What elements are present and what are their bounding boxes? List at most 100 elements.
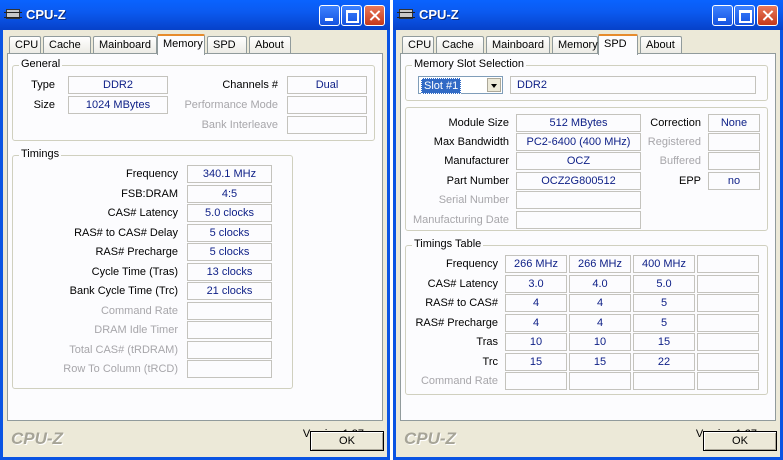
minimize-button[interactable] <box>319 5 340 26</box>
module-size-value: 512 MBytes <box>516 114 641 132</box>
general-group-label: General <box>19 58 63 70</box>
timing-table-label: Trc <box>482 355 498 368</box>
tab-spd[interactable]: SPD <box>598 34 638 55</box>
timing-value: 5 clocks <box>187 223 272 242</box>
buffered-label: Buffered <box>659 155 701 167</box>
tab-cpu[interactable]: CPU <box>402 36 434 53</box>
tab-memory[interactable]: Memory <box>552 36 598 53</box>
tab-mainboard[interactable]: Mainboard <box>93 36 157 53</box>
tab-cache[interactable]: Cache <box>436 36 484 53</box>
timing-table-cell: 4 <box>505 294 567 312</box>
timing-label: Row To Column (tRCD) <box>63 363 178 375</box>
timing-label: FSB:DRAM <box>121 187 178 200</box>
timing-table-label: Command Rate <box>420 375 498 387</box>
ok-button[interactable]: OK <box>703 431 777 451</box>
timing-table-cell: 3.0 <box>505 274 567 293</box>
timing-label: RAS# to CAS# Delay <box>74 226 178 239</box>
timing-label: CAS# Latency <box>107 207 178 219</box>
timings-group: Timings Frequency 340.1 MHz FSB:DRAM 4:5 CAS… <box>12 148 293 389</box>
timing-value: 21 clocks <box>187 282 272 300</box>
tab-about[interactable]: About <box>640 36 682 53</box>
max-bandwidth-label: Max Bandwidth <box>433 136 509 148</box>
timing-table-cell <box>697 372 759 390</box>
timing-table-cell: 15 <box>633 333 695 351</box>
tab-mainboard[interactable]: Mainboard <box>486 36 550 53</box>
timing-table-cell: 266 MHz <box>569 255 631 273</box>
timing-table-cell: 4.0 <box>569 274 631 293</box>
correction-value: None <box>708 114 760 132</box>
module-size-label: Module Size <box>448 117 509 129</box>
timing-table-cell: 266 MHz <box>505 255 567 273</box>
cpu-chip-icon <box>397 9 415 19</box>
slot-type-value: DDR2 <box>510 76 756 94</box>
timing-value: 13 clocks <box>187 262 272 281</box>
timing-table-cell: 22 <box>633 352 695 371</box>
timing-value <box>187 301 272 320</box>
tab-cache[interactable]: Cache <box>43 36 91 53</box>
size-value: 1024 MBytes <box>68 96 168 114</box>
module-info-group: Module Size 512 MBytes Max Bandwidth PC2… <box>405 107 768 231</box>
tab-about[interactable]: About <box>249 36 291 53</box>
performance-mode-label: Performance Mode <box>184 99 278 111</box>
timing-table-cell: 5 <box>633 313 695 332</box>
timing-table-cell <box>569 372 631 390</box>
timing-label: Command Rate <box>100 304 178 317</box>
tab-cpu[interactable]: CPU <box>9 36 41 53</box>
timing-value: 5.0 clocks <box>187 204 272 222</box>
timing-value: 5 clocks <box>187 243 272 261</box>
timing-value: 4:5 <box>187 184 272 203</box>
close-button[interactable] <box>364 5 385 26</box>
timing-table-cell <box>697 333 759 351</box>
timing-table-cell <box>505 372 567 390</box>
timing-label: RAS# Precharge <box>95 246 178 258</box>
timing-label: Cycle Time (Tras) <box>91 265 178 278</box>
chevron-down-icon[interactable] <box>487 78 501 92</box>
maximize-button[interactable] <box>341 5 362 26</box>
timing-table-cell: 4 <box>569 294 631 312</box>
size-label: Size <box>33 99 55 111</box>
timing-table-cell: 400 MHz <box>633 255 695 273</box>
registered-value <box>708 133 760 151</box>
timing-table-label: Frequency <box>446 258 498 270</box>
manufacturing-date-value <box>516 211 641 229</box>
cpuz-brand-logo: CPU-Z <box>404 429 456 448</box>
type-value: DDR2 <box>68 76 168 94</box>
title-bar[interactable]: CPU-Z <box>393 0 783 30</box>
timing-value <box>187 321 272 339</box>
cpuz-window-spd: CPU-Z CPU Cache Mainboard Memory SPD Abo… <box>393 0 783 460</box>
title-bar[interactable]: CPU-Z <box>0 0 390 30</box>
timing-table-label: Tras <box>476 336 498 348</box>
epp-value: no <box>708 172 760 190</box>
timing-label: DRAM Idle Timer <box>94 324 178 336</box>
timing-table-cell: 10 <box>569 333 631 351</box>
slot-selection-group: Memory Slot Selection Slot #1 DDR2 <box>405 58 768 101</box>
timing-value <box>187 360 272 378</box>
tab-memory[interactable]: Memory <box>157 34 205 55</box>
part-number-label: Part Number <box>446 175 509 187</box>
correction-label: Correction <box>650 117 701 129</box>
general-group: General Type DDR2 Size 1024 MBytes Chann… <box>12 58 375 141</box>
buffered-value <box>708 152 760 170</box>
channels-label: Channels # <box>222 79 278 91</box>
close-button[interactable] <box>757 5 778 26</box>
timing-label: Total CAS# (tRDRAM) <box>69 343 178 356</box>
part-number-value: OCZ2G800512 <box>516 172 641 190</box>
window-client: CPU Cache Mainboard Memory SPD About Gen… <box>3 30 387 457</box>
slot-dropdown[interactable]: Slot #1 <box>418 76 503 94</box>
minimize-button[interactable] <box>712 5 733 26</box>
manufacturer-label: Manufacturer <box>444 155 509 167</box>
timings-table-label: Timings Table <box>412 238 484 250</box>
timing-table-label: RAS# to CAS# <box>425 297 498 309</box>
cpu-chip-icon <box>4 9 22 19</box>
timing-table-cell <box>697 255 759 273</box>
bank-interleave-label: Bank Interleave <box>201 119 278 131</box>
ok-button[interactable]: OK <box>310 431 384 451</box>
tab-spd[interactable]: SPD <box>207 36 247 53</box>
serial-number-value <box>516 191 641 209</box>
spd-panel: Memory Slot Selection Slot #1 DDR2 Modul… <box>400 53 776 440</box>
timing-table-cell <box>697 294 759 312</box>
timing-table-cell: 5.0 <box>633 274 695 293</box>
registered-label: Registered <box>647 136 701 148</box>
maximize-button[interactable] <box>734 5 755 26</box>
timing-label: Frequency <box>126 168 178 180</box>
